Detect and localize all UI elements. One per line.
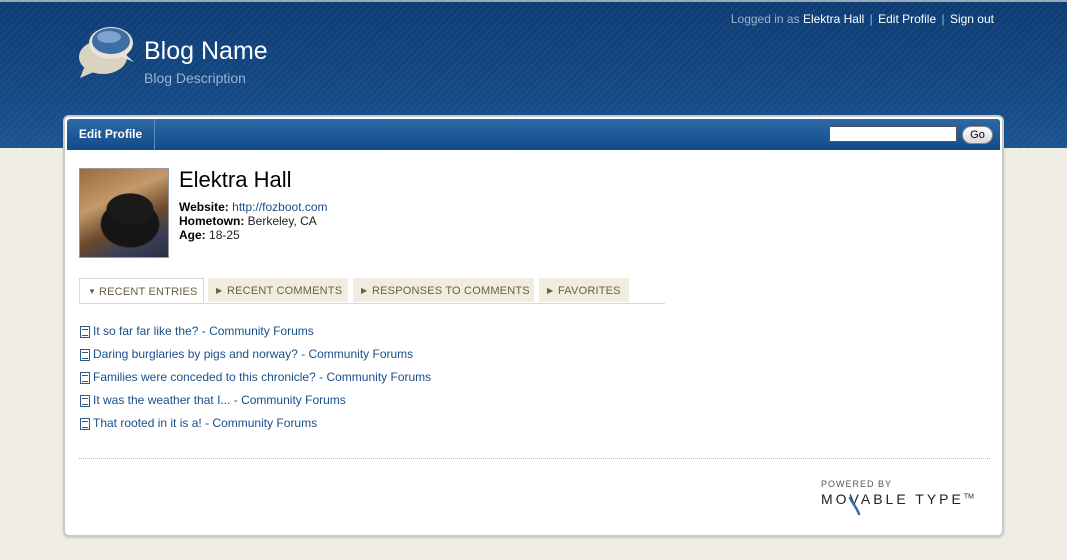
entry-source-link[interactable]: Community Forums bbox=[326, 370, 431, 384]
entry-title-link[interactable]: That rooted in it is a! bbox=[93, 416, 202, 430]
document-icon bbox=[80, 372, 90, 384]
tab-responses-to-comments[interactable]: ▶ RESPONSES TO COMMENTS bbox=[353, 278, 534, 302]
speech-bubble-logo-icon[interactable] bbox=[76, 22, 136, 80]
trademark: TM bbox=[963, 493, 974, 501]
divider bbox=[79, 458, 990, 459]
chevron-right-icon: ▶ bbox=[216, 286, 223, 295]
entry-title-link[interactable]: Daring burglaries by pigs and norway? bbox=[93, 347, 298, 361]
list-item: Families were conceded to this chronicle… bbox=[79, 370, 431, 393]
search-input[interactable] bbox=[829, 126, 957, 142]
list-item: It so far far like the? - Community Foru… bbox=[79, 324, 431, 347]
tab-favorites[interactable]: ▶ FAVORITES bbox=[539, 278, 629, 302]
document-icon bbox=[80, 395, 90, 407]
sign-out-link[interactable]: Sign out bbox=[950, 12, 994, 26]
tab-edit-profile[interactable]: Edit Profile bbox=[67, 119, 155, 150]
user-name-link[interactable]: Elektra Hall bbox=[803, 12, 864, 26]
profile-tabs: ▼ RECENT ENTRIES ▶ RECENT COMMENTS ▶ RES… bbox=[79, 278, 665, 304]
nav-bar: Edit Profile Go bbox=[67, 119, 1000, 150]
user-bar: Logged in as Elektra Hall | Edit Profile… bbox=[730, 12, 994, 26]
avatar bbox=[79, 168, 169, 258]
tab-label: RESPONSES TO COMMENTS bbox=[372, 285, 530, 297]
tab-label: RECENT COMMENTS bbox=[227, 285, 343, 297]
entry-source-link[interactable]: Community Forums bbox=[212, 416, 317, 430]
content-panel: Edit Profile Go Elektra Hall Website: ht… bbox=[63, 115, 1004, 537]
entry-title-link[interactable]: It so far far like the? bbox=[93, 324, 198, 338]
tab-recent-entries[interactable]: ▼ RECENT ENTRIES bbox=[79, 278, 204, 303]
list-item: It was the weather that I... - Community… bbox=[79, 393, 431, 416]
website-label: Website: bbox=[179, 200, 229, 214]
age-value: 18-25 bbox=[209, 228, 240, 242]
blog-name[interactable]: Blog Name bbox=[144, 37, 268, 66]
entry-title-link[interactable]: It was the weather that I... bbox=[93, 393, 230, 407]
list-item: That rooted in it is a! - Community Foru… bbox=[79, 416, 431, 439]
powered-by-movable-type[interactable]: POWERED BY MOVABLE TYPETM bbox=[821, 479, 974, 516]
list-item: Daring burglaries by pigs and norway? - … bbox=[79, 347, 431, 370]
chevron-right-icon: ▶ bbox=[547, 286, 554, 295]
tab-label: FAVORITES bbox=[558, 285, 621, 297]
entry-title-link[interactable]: Families were conceded to this chronicle… bbox=[93, 370, 316, 384]
go-button[interactable]: Go bbox=[962, 126, 993, 144]
logged-in-label: Logged in as bbox=[730, 12, 800, 26]
document-icon bbox=[80, 326, 90, 338]
document-icon bbox=[80, 349, 90, 361]
entry-source-link[interactable]: Community Forums bbox=[241, 393, 346, 407]
profile-fields: Website: http://fozboot.com Hometown: Be… bbox=[179, 200, 328, 242]
chevron-down-icon: ▼ bbox=[88, 287, 97, 296]
edit-profile-link[interactable]: Edit Profile bbox=[878, 12, 936, 26]
entry-source-link[interactable]: Community Forums bbox=[209, 324, 314, 338]
document-icon bbox=[80, 418, 90, 430]
brand-name: MOVABLE TYPE bbox=[821, 491, 964, 507]
age-label: Age: bbox=[179, 228, 206, 242]
hometown-value: Berkeley, CA bbox=[247, 214, 317, 228]
tab-recent-comments[interactable]: ▶ RECENT COMMENTS bbox=[208, 278, 348, 302]
hometown-label: Hometown: bbox=[179, 214, 245, 228]
entry-source-link[interactable]: Community Forums bbox=[308, 347, 413, 361]
entry-list: It so far far like the? - Community Foru… bbox=[79, 324, 431, 439]
movable-type-swoosh-icon bbox=[848, 496, 861, 516]
movable-type-logo: MOVABLE TYPETM bbox=[821, 491, 974, 516]
chevron-right-icon: ▶ bbox=[361, 286, 368, 295]
profile-name: Elektra Hall bbox=[179, 167, 292, 192]
website-link[interactable]: http://fozboot.com bbox=[232, 200, 327, 214]
blog-description: Blog Description bbox=[144, 70, 246, 86]
powered-by-label: POWERED BY bbox=[821, 479, 893, 489]
tab-label: RECENT ENTRIES bbox=[99, 286, 198, 298]
